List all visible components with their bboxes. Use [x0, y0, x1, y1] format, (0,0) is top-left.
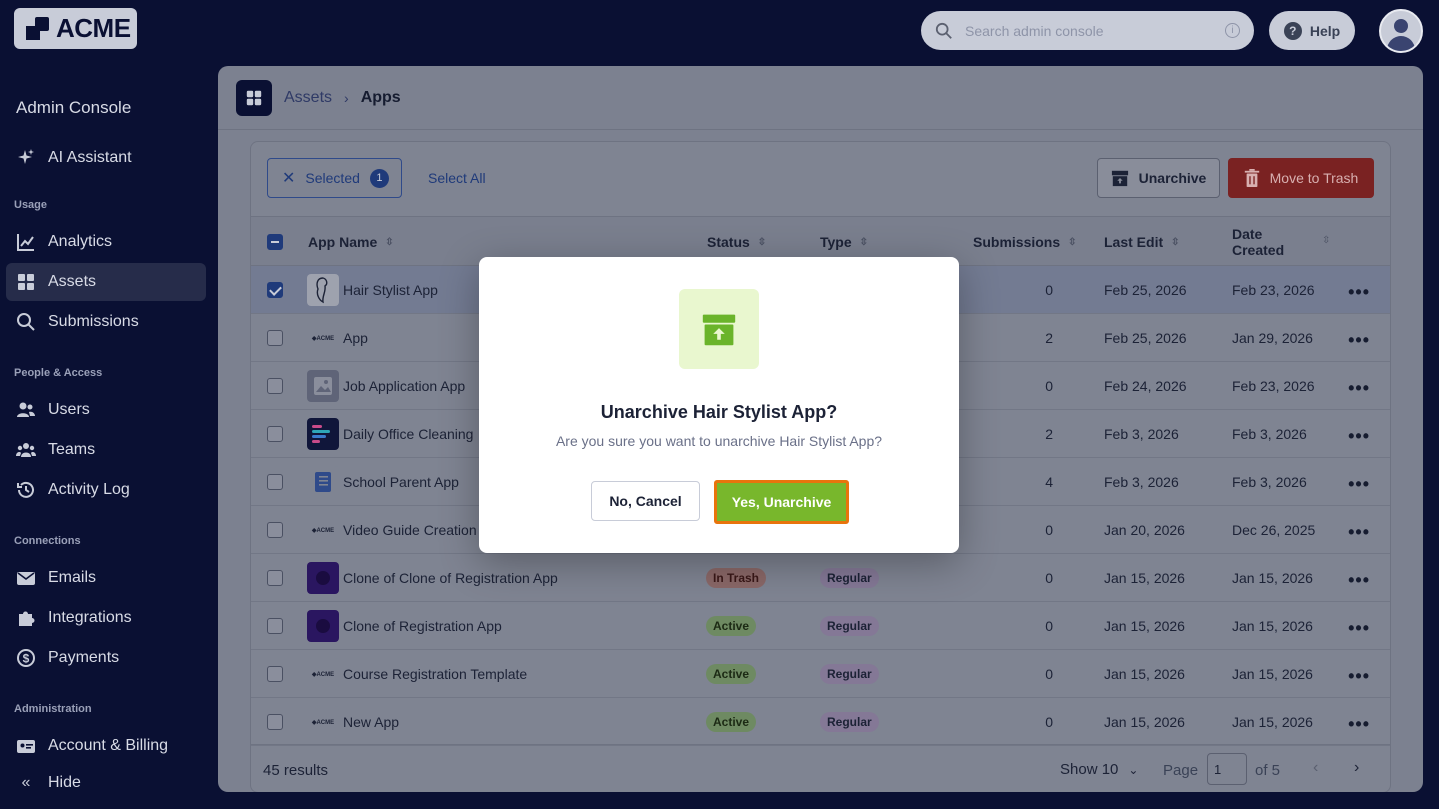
- dialog-message: Are you sure you want to unarchive Hair …: [555, 433, 883, 449]
- confirm-unarchive-button[interactable]: Yes, Unarchive: [714, 480, 849, 524]
- unarchive-dialog: Unarchive Hair Stylist App? Are you sure…: [479, 257, 959, 553]
- dialog-title: Unarchive Hair Stylist App?: [600, 402, 838, 422]
- cancel-button[interactable]: No, Cancel: [591, 481, 700, 521]
- unarchive-icon: [679, 289, 759, 369]
